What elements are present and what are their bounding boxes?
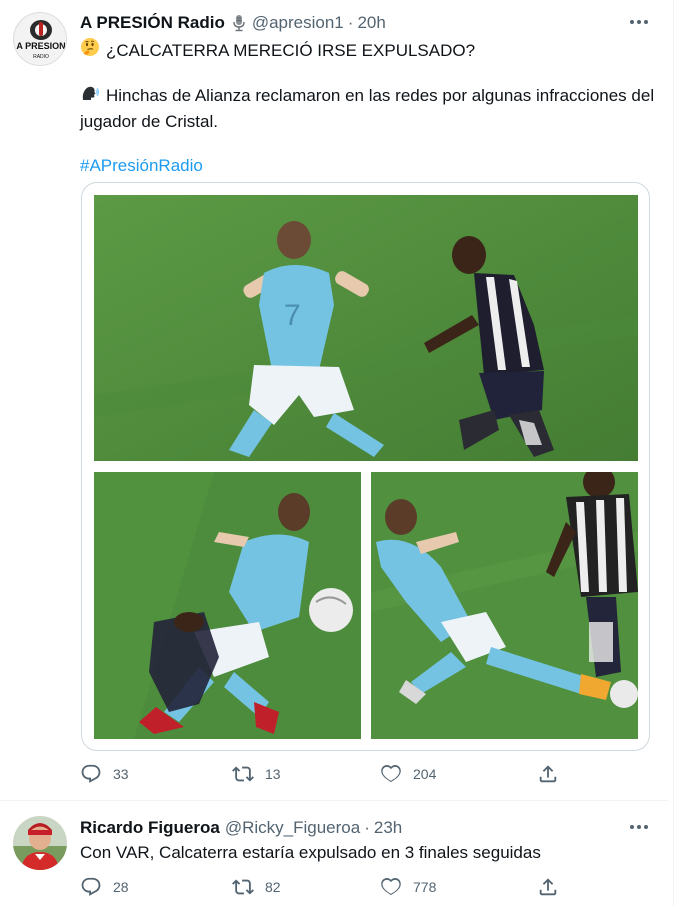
share-button[interactable] <box>537 876 570 898</box>
reply-count: 28 <box>113 879 129 895</box>
author-handle[interactable]: @Ricky_Figueroa <box>225 818 360 838</box>
retweet-icon <box>232 879 254 895</box>
hashtag-link[interactable]: #APresiónRadio <box>80 156 203 175</box>
svg-text:7: 7 <box>284 299 301 332</box>
avatar[interactable] <box>13 816 67 870</box>
more-icon[interactable] <box>628 817 650 837</box>
photo-bottom-left[interactable] <box>94 472 361 739</box>
reply-button[interactable]: 33 <box>80 763 232 785</box>
author-handle[interactable]: @apresion1 <box>252 13 344 33</box>
reply-icon <box>81 877 101 896</box>
timestamp[interactable]: 23h <box>374 818 402 838</box>
microphone-icon <box>231 14 247 32</box>
like-button[interactable]: 778 <box>380 876 537 898</box>
avatar-logo-text: A PRESION <box>16 41 65 51</box>
tweet-body-line-2: jugador de Cristal. <box>80 112 218 131</box>
thinking-face-icon <box>80 37 100 63</box>
tweet-header: A PRESIÓN Radio @apresion1 · 20h <box>80 12 386 34</box>
tweet-header: Ricardo Figueroa @Ricky_Figueroa · 23h <box>80 817 402 839</box>
tweet[interactable]: A PRESION RADIO A PRESIÓN Radio @apresio… <box>0 0 668 800</box>
author-name[interactable]: Ricardo Figueroa <box>80 818 220 838</box>
tweet-line-3: #APresiónRadio <box>80 154 655 177</box>
retweet-count: 13 <box>265 766 281 782</box>
author-name[interactable]: A PRESIÓN Radio <box>80 13 225 33</box>
reply-icon <box>81 764 101 783</box>
reply-button[interactable]: 28 <box>80 876 232 898</box>
tweet-text: Con VAR, Calcaterra estaría expulsado en… <box>80 843 541 862</box>
tweet-line-1: ¿CALCATERRA MERECIÓ IRSE EXPULSADO? <box>80 37 655 63</box>
photo-bottom-right[interactable] <box>371 472 638 739</box>
retweet-count: 82 <box>265 879 281 895</box>
tweet-headline: ¿CALCATERRA MERECIÓ IRSE EXPULSADO? <box>106 40 476 60</box>
avatar[interactable]: A PRESION RADIO <box>13 12 67 66</box>
separator: · <box>364 818 370 837</box>
tweet[interactable]: Ricardo Figueroa @Ricky_Figueroa · 23h C… <box>0 801 668 906</box>
retweet-button[interactable]: 13 <box>232 763 380 785</box>
like-icon <box>381 765 401 783</box>
tweet-actions: 33 13 204 <box>80 763 570 785</box>
retweet-button[interactable]: 82 <box>232 876 380 898</box>
share-icon <box>539 765 557 783</box>
reply-count: 33 <box>113 766 129 782</box>
separator: · <box>347 13 354 32</box>
tweet-body-line-1: Hinchas de Alianza reclamaron en las red… <box>106 86 655 105</box>
timestamp[interactable]: 20h <box>357 13 385 33</box>
like-button[interactable]: 204 <box>380 763 537 785</box>
tweet-line-2: Hinchas de Alianza reclamaron en las red… <box>80 84 655 133</box>
share-button[interactable] <box>537 763 570 785</box>
speaking-head-icon <box>80 84 100 110</box>
avatar-logo-subtext: RADIO <box>33 54 49 60</box>
photo-top[interactable]: 7 <box>94 195 638 461</box>
more-icon[interactable] <box>628 12 650 32</box>
share-icon <box>539 878 557 896</box>
retweet-icon <box>232 766 254 782</box>
like-count: 778 <box>413 879 437 895</box>
like-count: 204 <box>413 766 437 782</box>
tweet-actions: 28 82 778 <box>80 876 570 898</box>
tweet-text: ¿CALCATERRA MERECIÓ IRSE EXPULSADO? Hinc… <box>80 37 655 177</box>
media-card[interactable]: 7 <box>81 182 650 751</box>
like-icon <box>381 878 401 896</box>
